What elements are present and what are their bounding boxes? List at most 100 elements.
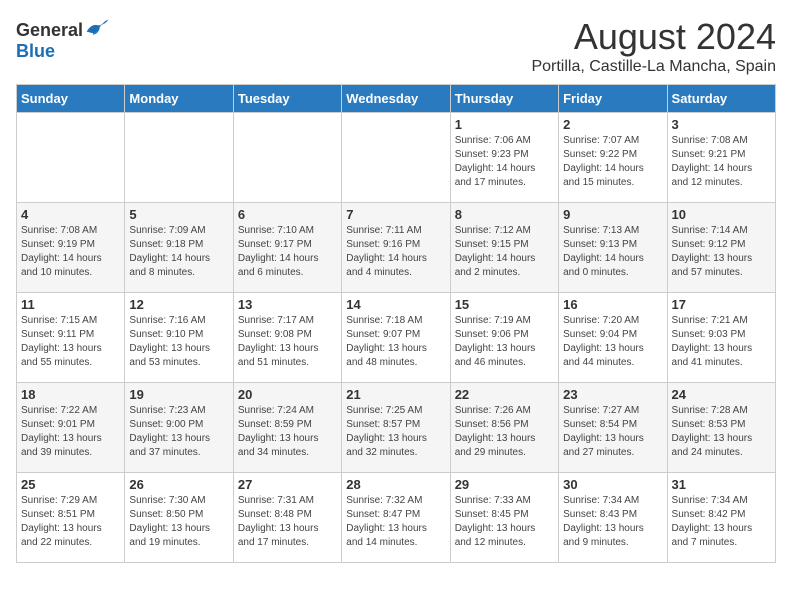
- day-info: Sunrise: 7:29 AM Sunset: 8:51 PM Dayligh…: [21, 494, 120, 550]
- day-info: Sunrise: 7:16 AM Sunset: 9:10 PM Dayligh…: [129, 314, 228, 370]
- day-info: Sunrise: 7:15 AM Sunset: 9:11 PM Dayligh…: [21, 314, 120, 370]
- calendar-cell: [17, 113, 125, 203]
- day-number: 20: [238, 387, 337, 402]
- calendar-cell: 28Sunrise: 7:32 AM Sunset: 8:47 PM Dayli…: [342, 473, 450, 563]
- calendar-cell: 19Sunrise: 7:23 AM Sunset: 9:00 PM Dayli…: [125, 383, 233, 473]
- calendar-cell: [342, 113, 450, 203]
- day-number: 15: [455, 297, 554, 312]
- column-header-sunday: Sunday: [17, 85, 125, 113]
- calendar-cell: 31 Sunrise: 7:34 AM Sunset: 8:42 PM Dayli…: [667, 473, 775, 563]
- day-info: Sunrise: 7:21 AM Sunset: 9:03 PM Dayligh…: [672, 314, 771, 370]
- calendar-cell: 14Sunrise: 7:18 AM Sunset: 9:07 PM Dayli…: [342, 293, 450, 383]
- day-info: Sunrise: 7:34 AM Sunset: 8:42 PM Dayligh…: [672, 494, 771, 550]
- day-info: Sunrise: 7:08 AM Sunset: 9:19 PM Dayligh…: [21, 224, 120, 280]
- calendar-cell: 7 Sunrise: 7:11 AM Sunset: 9:16 PM Daylig…: [342, 203, 450, 293]
- day-info: Sunrise: 7:24 AM Sunset: 8:59 PM Dayligh…: [238, 404, 337, 460]
- day-number: 29: [455, 477, 554, 492]
- day-number: 6: [238, 207, 337, 222]
- month-title: August 2024: [531, 16, 776, 58]
- calendar-week-row: 18 Sunrise: 7:22 AM Sunset: 9:01 PM Dayli…: [17, 383, 776, 473]
- day-number: 14: [346, 297, 445, 312]
- day-info: Sunrise: 7:12 AM Sunset: 9:15 PM Dayligh…: [455, 224, 554, 280]
- column-header-friday: Friday: [559, 85, 667, 113]
- day-number: 12: [129, 297, 228, 312]
- calendar-cell: 30 Sunrise: 7:34 AM Sunset: 8:43 PM Dayli…: [559, 473, 667, 563]
- calendar-cell: 29Sunrise: 7:33 AM Sunset: 8:45 PM Dayli…: [450, 473, 558, 563]
- day-info: Sunrise: 7:27 AM Sunset: 8:54 PM Dayligh…: [563, 404, 662, 460]
- calendar-cell: 15 Sunrise: 7:19 AM Sunset: 9:06 PM Dayli…: [450, 293, 558, 383]
- logo-blue-text: Blue: [16, 41, 55, 61]
- day-info: Sunrise: 7:13 AM Sunset: 9:13 PM Dayligh…: [563, 224, 662, 280]
- day-info: Sunrise: 7:07 AM Sunset: 9:22 PM Dayligh…: [563, 134, 662, 190]
- day-info: Sunrise: 7:09 AM Sunset: 9:18 PM Dayligh…: [129, 224, 228, 280]
- day-number: 8: [455, 207, 554, 222]
- day-info: Sunrise: 7:10 AM Sunset: 9:17 PM Dayligh…: [238, 224, 337, 280]
- calendar-cell: 22 Sunrise: 7:26 AM Sunset: 8:56 PM Dayli…: [450, 383, 558, 473]
- calendar-cell: 2 Sunrise: 7:07 AM Sunset: 9:22 PM Daylig…: [559, 113, 667, 203]
- day-info: Sunrise: 7:22 AM Sunset: 9:01 PM Dayligh…: [21, 404, 120, 460]
- calendar-cell: 16 Sunrise: 7:20 AM Sunset: 9:04 PM Dayli…: [559, 293, 667, 383]
- day-number: 28: [346, 477, 445, 492]
- calendar-cell: 12 Sunrise: 7:16 AM Sunset: 9:10 PM Dayli…: [125, 293, 233, 383]
- calendar-cell: [233, 113, 341, 203]
- calendar-cell: 18 Sunrise: 7:22 AM Sunset: 9:01 PM Dayli…: [17, 383, 125, 473]
- calendar-header-row: SundayMondayTuesdayWednesdayThursdayFrid…: [17, 85, 776, 113]
- day-info: Sunrise: 7:30 AM Sunset: 8:50 PM Dayligh…: [129, 494, 228, 550]
- day-number: 21: [346, 387, 445, 402]
- day-number: 7: [346, 207, 445, 222]
- column-header-wednesday: Wednesday: [342, 85, 450, 113]
- day-info: Sunrise: 7:19 AM Sunset: 9:06 PM Dayligh…: [455, 314, 554, 370]
- day-info: Sunrise: 7:11 AM Sunset: 9:16 PM Dayligh…: [346, 224, 445, 280]
- calendar-week-row: 11Sunrise: 7:15 AM Sunset: 9:11 PM Dayli…: [17, 293, 776, 383]
- day-info: Sunrise: 7:08 AM Sunset: 9:21 PM Dayligh…: [672, 134, 771, 190]
- day-number: 25: [21, 477, 120, 492]
- day-number: 17: [672, 297, 771, 312]
- day-number: 27: [238, 477, 337, 492]
- column-header-monday: Monday: [125, 85, 233, 113]
- day-number: 31: [672, 477, 771, 492]
- day-number: 18: [21, 387, 120, 402]
- calendar-cell: 27Sunrise: 7:31 AM Sunset: 8:48 PM Dayli…: [233, 473, 341, 563]
- calendar-cell: 9 Sunrise: 7:13 AM Sunset: 9:13 PM Daylig…: [559, 203, 667, 293]
- calendar-week-row: 4Sunrise: 7:08 AM Sunset: 9:19 PM Daylig…: [17, 203, 776, 293]
- calendar-cell: 26 Sunrise: 7:30 AM Sunset: 8:50 PM Dayli…: [125, 473, 233, 563]
- calendar-cell: [125, 113, 233, 203]
- column-header-thursday: Thursday: [450, 85, 558, 113]
- day-number: 30: [563, 477, 662, 492]
- day-info: Sunrise: 7:34 AM Sunset: 8:43 PM Dayligh…: [563, 494, 662, 550]
- day-info: Sunrise: 7:20 AM Sunset: 9:04 PM Dayligh…: [563, 314, 662, 370]
- calendar-cell: 24Sunrise: 7:28 AM Sunset: 8:53 PM Dayli…: [667, 383, 775, 473]
- calendar-cell: 6 Sunrise: 7:10 AM Sunset: 9:17 PM Daylig…: [233, 203, 341, 293]
- column-header-saturday: Saturday: [667, 85, 775, 113]
- logo-general-text: General: [16, 20, 83, 40]
- day-info: Sunrise: 7:23 AM Sunset: 9:00 PM Dayligh…: [129, 404, 228, 460]
- calendar-week-row: 1Sunrise: 7:06 AM Sunset: 9:23 PM Daylig…: [17, 113, 776, 203]
- calendar-cell: 25 Sunrise: 7:29 AM Sunset: 8:51 PM Dayli…: [17, 473, 125, 563]
- title-area: August 2024 Portilla, Castille-La Mancha…: [531, 16, 776, 76]
- day-info: Sunrise: 7:14 AM Sunset: 9:12 PM Dayligh…: [672, 224, 771, 280]
- day-number: 3: [672, 117, 771, 132]
- day-number: 9: [563, 207, 662, 222]
- logo-bird-icon: [85, 16, 109, 36]
- calendar-cell: 8 Sunrise: 7:12 AM Sunset: 9:15 PM Daylig…: [450, 203, 558, 293]
- calendar-cell: 17 Sunrise: 7:21 AM Sunset: 9:03 PM Dayli…: [667, 293, 775, 383]
- day-number: 10: [672, 207, 771, 222]
- calendar-cell: 4Sunrise: 7:08 AM Sunset: 9:19 PM Daylig…: [17, 203, 125, 293]
- day-number: 5: [129, 207, 228, 222]
- day-number: 23: [563, 387, 662, 402]
- day-info: Sunrise: 7:25 AM Sunset: 8:57 PM Dayligh…: [346, 404, 445, 460]
- calendar-cell: 10 Sunrise: 7:14 AM Sunset: 9:12 PM Dayli…: [667, 203, 775, 293]
- day-number: 2: [563, 117, 662, 132]
- day-info: Sunrise: 7:26 AM Sunset: 8:56 PM Dayligh…: [455, 404, 554, 460]
- day-number: 13: [238, 297, 337, 312]
- day-number: 16: [563, 297, 662, 312]
- header: General Blue August 2024 Portilla, Casti…: [16, 16, 776, 76]
- day-info: Sunrise: 7:28 AM Sunset: 8:53 PM Dayligh…: [672, 404, 771, 460]
- calendar-cell: 21 Sunrise: 7:25 AM Sunset: 8:57 PM Dayli…: [342, 383, 450, 473]
- location-title: Portilla, Castille-La Mancha, Spain: [531, 58, 776, 76]
- day-number: 22: [455, 387, 554, 402]
- logo: General Blue: [16, 16, 109, 62]
- day-number: 26: [129, 477, 228, 492]
- calendar-cell: 5 Sunrise: 7:09 AM Sunset: 9:18 PM Daylig…: [125, 203, 233, 293]
- calendar-cell: 1Sunrise: 7:06 AM Sunset: 9:23 PM Daylig…: [450, 113, 558, 203]
